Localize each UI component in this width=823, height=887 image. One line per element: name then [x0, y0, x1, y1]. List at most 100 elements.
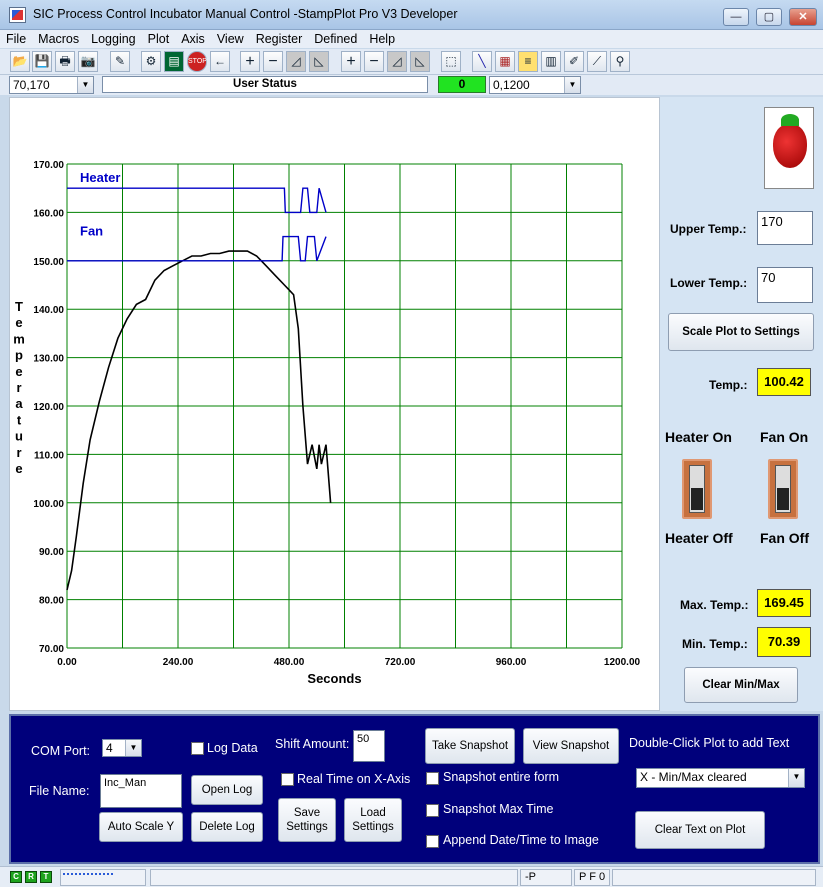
snapshot-max-checkbox[interactable]: [426, 804, 439, 817]
x-tick-label: 240.00: [163, 657, 194, 668]
macro-icon[interactable]: ⚙: [141, 51, 161, 72]
y-tick-label: 90.00: [39, 547, 64, 558]
back-arrow-icon[interactable]: ←: [210, 51, 230, 72]
pencil-icon[interactable]: ╲: [472, 51, 492, 72]
upper-temp-label: Upper Temp.:: [670, 222, 747, 236]
snapshot-form-checkbox[interactable]: [426, 772, 439, 785]
chevron-down-icon[interactable]: ▼: [77, 77, 93, 93]
progress-indicator: [63, 873, 113, 876]
rate-select[interactable]: 0,1200 ▼: [489, 76, 581, 94]
menu-register[interactable]: Register: [250, 30, 309, 46]
min-temp-value: 70.39: [757, 627, 811, 657]
com-port-select[interactable]: 4 ▼: [102, 739, 142, 757]
log-data-checkbox[interactable]: [191, 742, 204, 755]
calculator-icon[interactable]: ▥: [541, 51, 561, 72]
mode-pane: -P: [520, 869, 572, 886]
scale-plot-button[interactable]: Scale Plot to Settings: [668, 313, 814, 351]
x-tick-label: 1200.00: [604, 657, 641, 668]
menu-bar: File Macros Logging Plot Axis View Register Def…: [0, 30, 823, 48]
x-tick-label: 0.00: [57, 657, 77, 668]
stamps-in-class-logo: [764, 107, 814, 189]
plot-icon[interactable]: ⬚: [441, 51, 461, 72]
open-folder-icon[interactable]: 📂: [10, 51, 30, 72]
menu-file[interactable]: File: [0, 30, 32, 46]
y-tick-label: 70.00: [39, 644, 64, 655]
info-pane: [612, 869, 816, 886]
load-settings-button[interactable]: Load Settings: [344, 798, 402, 842]
real-time-checkbox[interactable]: [281, 773, 294, 786]
menu-logging[interactable]: Logging: [85, 30, 142, 46]
max-temp-label: Max. Temp.:: [680, 598, 749, 612]
auto-scale-y-button[interactable]: Auto Scale Y: [99, 812, 183, 842]
minus-icon[interactable]: −: [364, 51, 384, 72]
double-click-hint: Double-Click Plot to add Text: [629, 736, 790, 750]
lower-temp-input[interactable]: 70: [757, 267, 813, 303]
menu-macros[interactable]: Macros: [32, 30, 85, 46]
log-icon[interactable]: ▦: [495, 51, 515, 72]
clear-text-button[interactable]: Clear Text on Plot: [635, 811, 765, 849]
file-name-input[interactable]: Inc_Man: [100, 774, 182, 808]
y-tick-label: 100.00: [33, 499, 64, 510]
plus-icon[interactable]: +: [341, 51, 361, 72]
menu-help[interactable]: Help: [363, 30, 401, 46]
append-date-checkbox[interactable]: [426, 835, 439, 848]
heater-off-label: Heater Off: [665, 530, 733, 546]
temperature-series-line: [66, 250, 332, 591]
stop-icon[interactable]: STOP: [187, 51, 207, 72]
zoom-down-icon[interactable]: ◺: [410, 51, 430, 72]
counter-display: 0: [438, 76, 486, 93]
heater-series-line: [67, 187, 327, 214]
upper-temp-input[interactable]: 170: [757, 211, 813, 245]
close-button[interactable]: ✕: [789, 8, 817, 26]
take-snapshot-button[interactable]: Take Snapshot: [425, 728, 515, 764]
maximize-button[interactable]: ▢: [756, 8, 782, 26]
zoom-up-icon[interactable]: ◿: [387, 51, 407, 72]
terminal-icon[interactable]: ▤: [164, 51, 184, 72]
print-icon[interactable]: 🖶: [55, 51, 75, 72]
shift-amount-input[interactable]: 50: [353, 730, 385, 762]
snapshot-form-label: Snapshot entire form: [443, 770, 560, 784]
temp-value: 100.42: [757, 368, 811, 396]
chart-icon[interactable]: ⟋: [587, 51, 607, 72]
view-snapshot-button[interactable]: View Snapshot: [523, 728, 619, 764]
menu-defined[interactable]: Defined: [308, 30, 363, 46]
zoom-up-icon[interactable]: ◿: [286, 51, 306, 72]
chevron-down-icon[interactable]: ▼: [564, 77, 580, 93]
max-temp-value: 169.45: [757, 589, 811, 617]
toolbar: 📂 💾 🖶 📷 ✎ ⚙ ▤ STOP ← + − ◿ ◺ + − ◿ ◺ ⬚ ╲…: [0, 49, 823, 75]
y-tick-label: 170.00: [33, 160, 64, 171]
clear-min-max-button[interactable]: Clear Min/Max: [684, 667, 798, 703]
plot-area[interactable]: 70.00 80.00 90.00 100.00 110.00 120.00 130.00 1…: [9, 97, 660, 711]
x-tick-label: 480.00: [274, 657, 305, 668]
wrench-icon[interactable]: ⚲: [610, 51, 630, 72]
span-select[interactable]: 70,170 ▼: [9, 76, 94, 94]
save-icon[interactable]: 💾: [32, 51, 52, 72]
delete-log-button[interactable]: Delete Log: [191, 812, 263, 842]
zoom-down-icon[interactable]: ◺: [309, 51, 329, 72]
open-log-button[interactable]: Open Log: [191, 775, 263, 805]
plot-text-select[interactable]: X - Min/Max cleared ▼: [636, 768, 805, 788]
fan-toggle-switch[interactable]: [768, 459, 798, 519]
pen-icon[interactable]: ✐: [564, 51, 584, 72]
temperature-chart[interactable]: 70.00 80.00 90.00 100.00 110.00 120.00 130.00 1…: [10, 98, 661, 712]
app-icon: [9, 7, 26, 23]
minus-icon[interactable]: −: [263, 51, 283, 72]
com-port-value: 4: [106, 741, 113, 755]
chevron-down-icon[interactable]: ▼: [125, 740, 141, 756]
camera-icon[interactable]: 📷: [78, 51, 98, 72]
plus-icon[interactable]: +: [240, 51, 260, 72]
chevron-down-icon[interactable]: ▼: [788, 769, 804, 787]
heater-toggle-switch[interactable]: [682, 459, 712, 519]
menu-axis[interactable]: Axis: [175, 30, 211, 46]
wand-icon[interactable]: ✎: [110, 51, 130, 72]
y-tick-label: 140.00: [33, 305, 64, 316]
save-settings-button[interactable]: Save Settings: [278, 798, 336, 842]
highlight-icon[interactable]: ≡: [518, 51, 538, 72]
minimize-button[interactable]: —: [723, 8, 749, 26]
file-name-label: File Name:: [29, 784, 90, 798]
menu-view[interactable]: View: [211, 30, 250, 46]
led-c: C: [10, 871, 22, 883]
menu-plot[interactable]: Plot: [142, 30, 176, 46]
y-tick-label: 80.00: [39, 596, 64, 607]
log-data-label: Log Data: [207, 741, 258, 755]
